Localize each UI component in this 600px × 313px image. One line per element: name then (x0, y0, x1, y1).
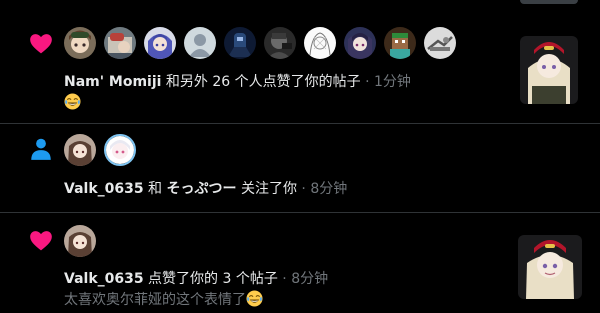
avatar[interactable] (144, 27, 176, 59)
avatar[interactable] (264, 27, 296, 59)
separator: · (296, 181, 311, 197)
post-preview: 太喜欢奥尔菲娅的这个表情了 (64, 290, 263, 309)
notification-like-2[interactable]: Valk_0635 点赞了你的 3 个帖子 · 8分钟 太喜欢奥尔菲娅的这个表情… (0, 213, 600, 313)
person-icon (31, 138, 51, 160)
actor-name[interactable]: Nam' Momiji (64, 74, 161, 90)
post-preview-text: 太喜欢奥尔菲娅的这个表情了 (64, 292, 246, 308)
notification-text: Valk_0635 点赞了你的 3 个帖子 · 8分钟 (64, 270, 328, 288)
notification-follow[interactable]: Valk_0635 和 そっぷつー 关注了你 · 8分钟 (0, 124, 600, 213)
avatar[interactable] (384, 27, 416, 59)
avatar[interactable] (184, 27, 216, 59)
timestamp: 8分钟 (310, 181, 348, 197)
avatar[interactable] (64, 134, 96, 166)
notification-text: Valk_0635 和 そっぷつー 关注了你 · 8分钟 (64, 180, 347, 198)
post-thumbnail[interactable] (520, 36, 578, 104)
action-text: 点赞了你的 3 个帖子 (143, 271, 278, 287)
separator: · (360, 74, 374, 90)
action-text: 和另外 26 个人点赞了你的帖子 (161, 74, 361, 90)
avatar[interactable] (104, 134, 136, 166)
liker-avatars (64, 225, 96, 257)
avatar[interactable] (64, 225, 96, 257)
avatar[interactable] (64, 27, 96, 59)
heart-icon (30, 34, 52, 54)
notification-like-1[interactable]: Nam' Momiji 和另外 26 个人点赞了你的帖子 · 1分钟 (0, 0, 600, 124)
actor-name[interactable]: Valk_0635 (64, 271, 144, 287)
action-connector: 和 (143, 181, 167, 197)
separator: · (277, 271, 292, 287)
laughing-emoji-icon (246, 290, 263, 307)
follower-avatars (64, 134, 136, 166)
actor-name[interactable]: Valk_0635 (64, 181, 144, 197)
avatar[interactable] (304, 27, 336, 59)
actor-name-2[interactable]: そっぷつー (167, 181, 237, 197)
post-thumbnail[interactable] (518, 235, 582, 299)
liker-avatars (64, 27, 456, 59)
notification-text: Nam' Momiji 和另外 26 个人点赞了你的帖子 · 1分钟 (64, 73, 411, 91)
post-preview (64, 93, 81, 112)
avatar[interactable] (344, 27, 376, 59)
timestamp: 8分钟 (291, 271, 329, 287)
action-text: 关注了你 (236, 181, 297, 197)
laughing-emoji-icon (64, 93, 81, 110)
avatar[interactable] (424, 27, 456, 59)
avatar[interactable] (104, 27, 136, 59)
avatar[interactable] (224, 27, 256, 59)
heart-icon (30, 231, 52, 251)
timestamp: 1分钟 (373, 74, 411, 90)
